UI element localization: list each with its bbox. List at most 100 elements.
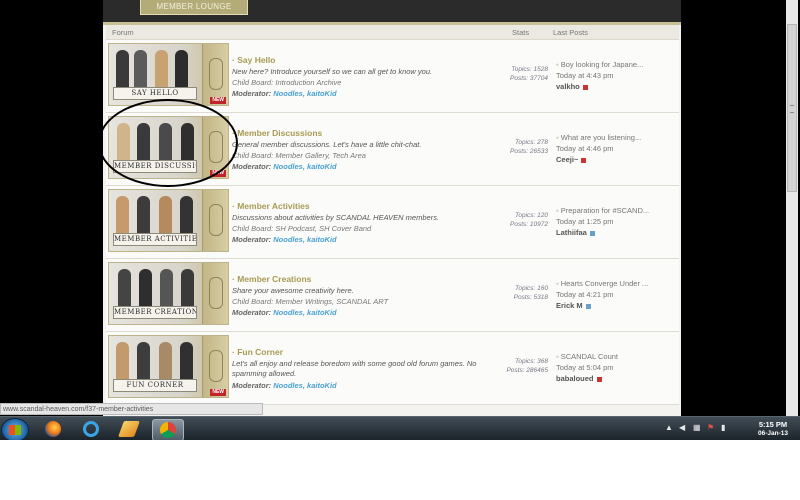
last-post-title[interactable]: ◦ Boy looking for Japane...	[556, 60, 643, 69]
forum-description: Let's all enjoy and release boredom with…	[232, 359, 477, 378]
forum-thumbnail[interactable]: MEMBER CREATIONS	[108, 262, 229, 325]
new-badge-icon: NEW	[210, 389, 226, 396]
page-scrollbar[interactable]	[786, 0, 798, 416]
child-boards[interactable]: Child Board: Member Gallery, Tech Area	[232, 151, 366, 160]
last-post-title[interactable]: ◦ SCANDAL Count	[556, 352, 618, 361]
forum-stats: Topics: 368 Posts: 286465	[500, 357, 548, 375]
forum-description: Discussions about activities by SCANDAL …	[232, 213, 440, 222]
last-post-date: Today at 1:25 pm	[556, 217, 614, 226]
forum-stats: Topics: 1528 Posts: 37704	[500, 65, 548, 83]
taskbar-internet-explorer[interactable]	[76, 419, 106, 439]
last-post-user[interactable]: Lathiifaa	[556, 228, 595, 237]
last-post-title-text[interactable]: SCANDAL Count	[561, 352, 618, 361]
last-post-title-text[interactable]: Preparation for #SCAND...	[561, 206, 649, 215]
moderator-links[interactable]: Noodles, kaitoKid	[273, 308, 336, 317]
forum-title-text[interactable]: Fun Corner	[237, 347, 283, 357]
last-post-title-text[interactable]: What are you listening...	[561, 133, 641, 142]
internet-explorer-icon	[83, 421, 99, 437]
forum-title[interactable]: · Member Discussions	[232, 128, 322, 138]
last-post-user[interactable]: babaloued	[556, 374, 602, 383]
last-post-date: Today at 4:43 pm	[556, 71, 614, 80]
start-button[interactable]	[1, 418, 29, 440]
forum-title-text[interactable]: Member Discussions	[237, 128, 322, 138]
forum-stats: Topics: 278 Posts: 26533	[500, 138, 548, 156]
forum-thumbnail[interactable]: SAY HELLO NEW	[108, 43, 229, 106]
column-stats: Stats	[512, 28, 530, 37]
moderator-links[interactable]: Noodles, kaitoKid	[273, 235, 336, 244]
last-post-user-text[interactable]: babaloued	[556, 374, 594, 383]
last-post-title[interactable]: ◦ Preparation for #SCAND...	[556, 206, 649, 215]
taskbar-firefox[interactable]	[38, 419, 68, 439]
moderator-links[interactable]: Noodles, kaitoKid	[273, 381, 336, 390]
forum-title-text[interactable]: Member Activities	[237, 201, 309, 211]
moderator-links[interactable]: Noodles, kaitoKid	[273, 162, 336, 171]
forum-title[interactable]: · Member Activities	[232, 201, 310, 211]
moderator-line: Moderator: Noodles, kaitoKid	[232, 308, 337, 317]
clock-time[interactable]: 5:15 PM	[751, 420, 795, 429]
forum-title[interactable]: · Fun Corner	[232, 347, 283, 357]
signal-icon[interactable]: ▮	[721, 424, 729, 432]
last-post-date: Today at 4:21 pm	[556, 290, 614, 299]
forum-title[interactable]: · Say Hello	[232, 55, 275, 65]
last-post-title[interactable]: ◦ What are you listening...	[556, 133, 641, 142]
last-post-user-text[interactable]: Erick M	[556, 301, 583, 310]
last-post-user-text[interactable]: Ceeji~	[556, 155, 578, 164]
moderator-line: Moderator: Noodles, kaitoKid	[232, 235, 337, 244]
taskbar-winamp[interactable]	[114, 419, 144, 439]
moderator-label: Moderator:	[232, 89, 272, 98]
new-badge-icon: NEW	[210, 170, 226, 177]
network-icon[interactable]: ▦	[693, 424, 701, 432]
clock-date[interactable]: 06-Jan-13	[751, 430, 795, 437]
topic-count: Topics: 1528	[511, 66, 548, 73]
last-post-title-text[interactable]: Boy looking for Japane...	[561, 60, 644, 69]
last-post-user[interactable]: Erick M	[556, 301, 591, 310]
topic-count: Topics: 120	[514, 212, 548, 219]
goto-post-icon[interactable]	[581, 157, 587, 163]
system-tray: ▲ ◀ ▦ ⚑ ▮ 5:15 PM 06-Jan-13	[663, 419, 798, 439]
flag-icon[interactable]: ⚑	[707, 424, 715, 432]
moderator-line: Moderator: Noodles, kaitoKid	[232, 381, 337, 390]
forum-title[interactable]: · Member Creations	[232, 274, 311, 284]
child-boards[interactable]: Child Board: Introduction Archive	[232, 78, 341, 87]
child-boards[interactable]: Child Board: SH Podcast, SH Cover Band	[232, 224, 371, 233]
moderator-line: Moderator: Noodles, kaitoKid	[232, 89, 337, 98]
show-hidden-icons-icon[interactable]: ▲	[665, 424, 673, 432]
goto-post-icon[interactable]	[585, 303, 591, 309]
forum-header-band: MEMBER LOUNGE	[103, 0, 681, 25]
forum-thumbnail[interactable]: FUN CORNER NEW	[108, 335, 229, 398]
taskbar-chrome-active[interactable]	[152, 419, 184, 440]
last-post-user-text[interactable]: Lathiifaa	[556, 228, 587, 237]
last-post-date: Today at 5:04 pm	[556, 363, 614, 372]
thumbnail-label: MEMBER ACTIVITIES	[113, 233, 197, 246]
windows-logo-icon	[9, 425, 21, 435]
child-boards[interactable]: Child Board: Member Writings, SCANDAL AR…	[232, 297, 388, 306]
ornament-icon	[202, 336, 228, 397]
moderator-label: Moderator:	[232, 308, 272, 317]
last-post-title-text[interactable]: Hearts Converge Under ...	[561, 279, 649, 288]
post-count: Posts: 37704	[510, 75, 548, 82]
moderator-links[interactable]: Noodles, kaitoKid	[273, 89, 336, 98]
volume-icon[interactable]: ◀	[679, 424, 687, 432]
forum-title-text[interactable]: Member Creations	[237, 274, 311, 284]
forum-thumbnail[interactable]: MEMBER ACTIVITIES	[108, 189, 229, 252]
goto-post-icon[interactable]	[582, 84, 588, 90]
moderator-label: Moderator:	[232, 235, 272, 244]
thumbnail-label: FUN CORNER	[113, 379, 197, 392]
last-post-user[interactable]: valkho	[556, 82, 588, 91]
forum-title-text[interactable]: Say Hello	[237, 55, 275, 65]
goto-post-icon[interactable]	[589, 230, 595, 236]
screen: MEMBER LOUNGE Forum Stats Last Posts SAY…	[0, 0, 800, 440]
browser-status-bar: www.scandal-heaven.com/f37-member-activi…	[0, 403, 263, 415]
windows-taskbar: ▲ ◀ ▦ ⚑ ▮ 5:15 PM 06-Jan-13	[0, 416, 800, 440]
goto-post-icon[interactable]	[596, 376, 602, 382]
last-post-user[interactable]: Ceeji~	[556, 155, 587, 164]
moderator-line: Moderator: Noodles, kaitoKid	[232, 162, 337, 171]
ornament-icon	[202, 44, 228, 105]
last-post-title[interactable]: ◦ Hearts Converge Under ...	[556, 279, 648, 288]
column-last-posts: Last Posts	[553, 28, 589, 37]
ornament-icon	[202, 190, 228, 251]
member-lounge-tab[interactable]: MEMBER LOUNGE	[140, 0, 248, 15]
scrollbar-thumb[interactable]	[787, 24, 797, 192]
forum-thumbnail[interactable]: MEMBER DISCUSSIONS NEW	[108, 116, 229, 179]
last-post-user-text[interactable]: valkho	[556, 82, 580, 91]
